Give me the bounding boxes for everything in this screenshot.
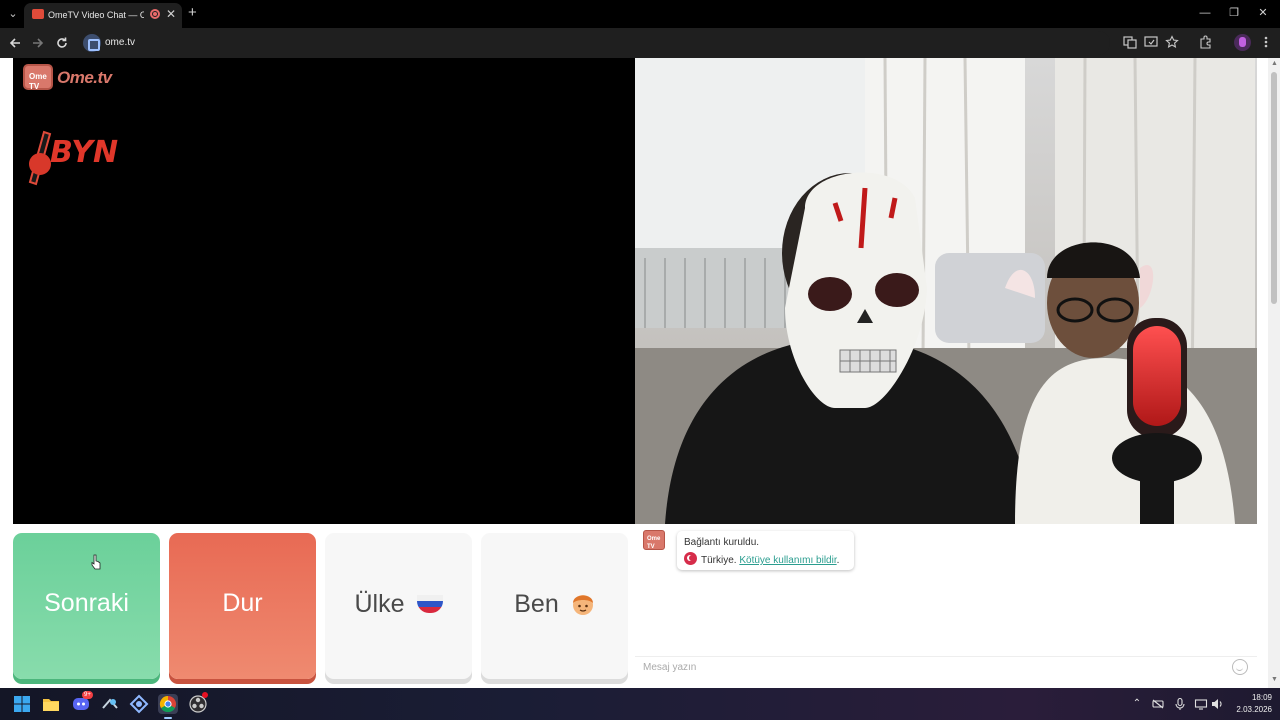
me-button[interactable]: Ben: [481, 533, 628, 679]
stop-button-label: Dur: [222, 589, 263, 617]
close-window-button[interactable]: ✕: [1253, 4, 1273, 22]
page-margin: [0, 58, 13, 688]
clock-date: 2.03.2026: [1236, 705, 1272, 714]
ometv-favicon-icon: [32, 9, 44, 19]
tab-close-button[interactable]: ✕: [166, 7, 176, 21]
remote-video: [635, 58, 1257, 524]
obs-recording-badge: [202, 692, 208, 698]
partner-country-line: Türkiye. Kötüye kullanımı bildir.: [684, 552, 839, 567]
forward-button[interactable]: [29, 34, 47, 52]
browser-toolbar: ome.tv: [0, 28, 1280, 58]
minimize-button[interactable]: —: [1195, 4, 1215, 22]
page-content: Ome TV Ome.tv BYN Sonraki Dur Ülke Ben O…: [0, 58, 1280, 688]
ometv-logo[interactable]: Ome TV Ome.tv: [23, 64, 123, 92]
scroll-up-arrow-icon[interactable]: ▲: [1271, 60, 1278, 67]
discord-badge: 9+: [82, 691, 93, 699]
boy-emoji-icon: [572, 595, 593, 616]
profile-avatar-icon[interactable]: [1234, 34, 1251, 51]
turkey-flag-icon: [684, 552, 697, 565]
menu-icon[interactable]: [1258, 35, 1274, 51]
cast-icon[interactable]: [1143, 35, 1159, 51]
tab-ometv[interactable]: OmeTV Video Chat — Ome ✕: [24, 3, 182, 28]
channel-logo-text: BYN: [50, 135, 118, 170]
tab-search-button[interactable]: ⌄: [4, 5, 22, 23]
ometv-avatar-icon: Ome TV: [643, 530, 665, 550]
reload-button[interactable]: [53, 34, 71, 52]
tab-bar: ⌄ OmeTV Video Chat — Ome ✕ + — ❐ ✕: [0, 0, 1280, 28]
russia-flag-icon: [416, 595, 443, 614]
volume-icon[interactable]: [1210, 697, 1224, 711]
site-info-icon[interactable]: [83, 34, 101, 52]
logo-text: Ome.tv: [57, 68, 112, 87]
clock-time: 18:09: [1251, 693, 1272, 702]
tv-logo-icon: Ome TV: [23, 64, 53, 91]
connection-status-text: Bağlantı kuruldu.: [684, 537, 760, 548]
country-button[interactable]: Ülke: [325, 533, 472, 679]
tray-overflow-chevron-icon[interactable]: ⌃: [1130, 697, 1144, 711]
me-button-label: Ben: [514, 590, 559, 619]
system-message: Bağlantı kuruldu. Türkiye. Kötüye kullan…: [677, 531, 854, 570]
maximize-button[interactable]: ❐: [1224, 4, 1244, 22]
taskbar-clock[interactable]: 18:09 2.03.2026: [1228, 692, 1272, 716]
url-text: ome.tv: [105, 37, 136, 48]
scroll-thumb[interactable]: [1271, 72, 1277, 304]
extensions-icon[interactable]: [1198, 35, 1214, 51]
windows-start-icon[interactable]: [12, 694, 32, 714]
steam-icon[interactable]: [100, 694, 120, 714]
forward-arrow-icon: [33, 38, 44, 48]
address-bar[interactable]: ome.tv: [80, 31, 1110, 55]
back-button[interactable]: [6, 34, 24, 52]
recording-indicator-icon: [150, 9, 160, 19]
message-input-placeholder: Mesaj yazın: [643, 662, 697, 673]
message-input[interactable]: Mesaj yazın: [635, 656, 1257, 678]
network-app-icon[interactable]: [129, 694, 149, 714]
network-icon[interactable]: [1194, 697, 1208, 711]
country-button-label: Ülke: [354, 590, 405, 619]
next-button[interactable]: Sonraki: [13, 533, 160, 679]
tab-title: OmeTV Video Chat — Ome: [48, 10, 144, 20]
reload-icon: [57, 37, 67, 48]
obs-studio-icon[interactable]: [188, 692, 208, 714]
stop-button[interactable]: Dur: [169, 533, 316, 679]
microphone-icon[interactable]: [1173, 697, 1187, 711]
remote-video-frame: [635, 58, 1257, 524]
discord-icon[interactable]: 9+: [71, 691, 93, 714]
chrome-icon[interactable]: [158, 694, 178, 719]
report-abuse-link[interactable]: Kötüye kullanımı bildir: [739, 555, 836, 566]
scroll-down-arrow-icon[interactable]: ▼: [1271, 676, 1278, 683]
emoji-picker-icon[interactable]: [1232, 659, 1248, 675]
file-explorer-icon[interactable]: [41, 694, 61, 714]
page-scrollbar[interactable]: ▲ ▼: [1268, 58, 1280, 688]
partner-country: Türkiye.: [701, 555, 737, 566]
bookmark-star-icon[interactable]: [1164, 35, 1180, 51]
translate-icon[interactable]: [1122, 35, 1138, 51]
back-arrow-icon: [9, 38, 20, 48]
channel-watermark-logo: BYN: [28, 130, 118, 186]
next-button-label: Sonraki: [44, 589, 129, 617]
tray-app-icon[interactable]: [1151, 697, 1165, 711]
mouse-pointer-icon: [91, 554, 101, 570]
windows-taskbar: 9+ ⌃ 18:09 2.03.2026: [0, 688, 1280, 720]
new-tab-button[interactable]: +: [188, 4, 197, 22]
